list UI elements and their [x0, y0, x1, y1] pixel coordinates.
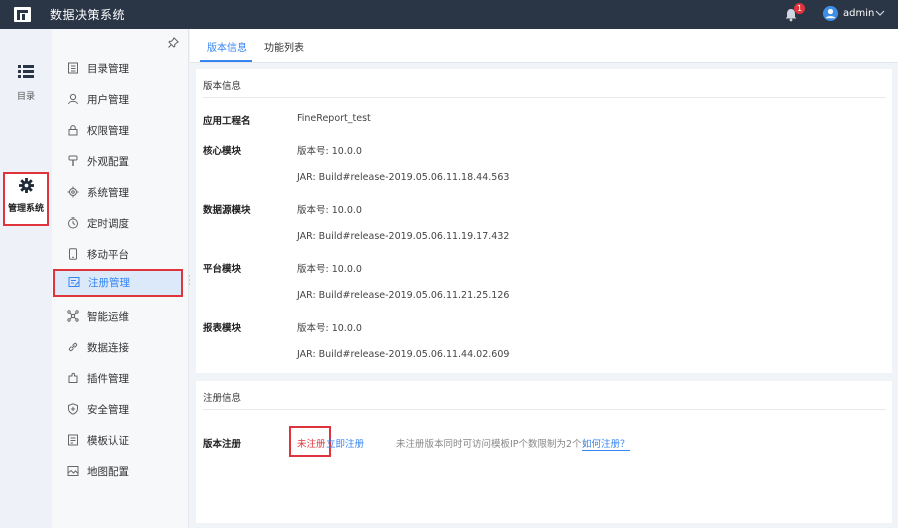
register-hint: 未注册版本同时可访问模板IP个数限制为2个！ [396, 439, 592, 450]
main-content: 版本信息 功能列表 版本信息 应用工程名 FineReport_test 核心模块版… [190, 29, 898, 528]
submenu-item-2[interactable]: 用户管理 [52, 86, 189, 114]
version-row-label: 平台模块 [203, 263, 242, 275]
version-row-value: JAR: Build#release-2019.05.06.11.18.44.5… [297, 172, 510, 183]
submenu-item-3[interactable]: 权限管理 [52, 117, 189, 145]
tab-bar: 版本信息 功能列表 [190, 29, 898, 63]
submenu-item-label: 权限管理 [87, 125, 129, 137]
app-logo [14, 7, 31, 22]
nav-management-system[interactable]: 管理系统 [3, 172, 49, 226]
version-row-value: JAR: Build#release-2019.05.06.11.21.25.1… [297, 290, 510, 301]
map-icon [67, 466, 79, 476]
lock-icon [68, 125, 78, 136]
submenu-item-label: 用户管理 [87, 94, 129, 106]
active-tab-indicator [200, 60, 252, 62]
submenu-item-8[interactable]: 注册管理 [53, 269, 183, 297]
register-card-title: 注册信息 [203, 393, 242, 404]
submenu-item-9[interactable]: 智能运维 [52, 303, 189, 331]
submenu-item-13[interactable]: 模板认证 [52, 427, 189, 455]
submenu-item-label: 移动平台 [87, 249, 129, 261]
gear-icon [67, 186, 79, 198]
register-info-card: 注册信息 版本注册 未注册 立即注册 未注册版本同时可访问模板IP个数限制为2个… [196, 381, 892, 523]
submenu-item-14[interactable]: 地图配置 [52, 458, 189, 486]
user-name[interactable]: admin [843, 8, 874, 19]
submenu-item-label: 系统管理 [87, 187, 129, 199]
submenu-item-10[interactable]: 数据连接 [52, 334, 189, 362]
divider [203, 97, 886, 98]
submenu-item-12[interactable]: 安全管理 [52, 396, 189, 424]
user-icon [68, 93, 78, 105]
version-row-value: 版本号: 10.0.0 [297, 263, 362, 275]
submenu-item-4[interactable]: 外观配置 [52, 148, 189, 176]
submenu-item-label: 目录管理 [87, 63, 129, 75]
version-row-label: 数据源模块 [203, 204, 251, 216]
submenu-item-label: 安全管理 [87, 404, 129, 416]
primary-nav: 目录 管理系统 [0, 29, 52, 528]
nav-directory[interactable]: 目录 [0, 63, 52, 103]
top-bar: 数据决策系统 1 admin [0, 0, 898, 29]
version-row-value: FineReport_test [297, 113, 371, 124]
list-icon [18, 65, 34, 78]
submenu-item-7[interactable]: 移动平台 [52, 241, 189, 269]
submenu-item-label: 注册管理 [88, 277, 130, 289]
app-title: 数据决策系统 [50, 8, 126, 22]
version-info-card: 版本信息 应用工程名 FineReport_test 核心模块 版本号: 10.0.0… [196, 69, 892, 373]
version-row-label: 报表模块 [203, 322, 242, 334]
version-row-label: 应用工程名 [203, 116, 251, 127]
timer-icon [68, 217, 78, 229]
tab-feature-list[interactable]: 功能列表 [264, 39, 304, 54]
register-icon [68, 277, 80, 287]
submenu-item-label: 智能运维 [87, 311, 129, 323]
version-row-value: 版本号: 10.0.0 [297, 145, 362, 157]
ops-icon [67, 310, 79, 322]
brush-icon [68, 155, 78, 166]
how-to-register-link[interactable]: 如何注册？ [582, 436, 630, 451]
pin-icon[interactable] [168, 37, 179, 48]
submenu-item-6[interactable]: 定时调度 [52, 210, 189, 238]
register-now-link[interactable]: 立即注册 [326, 436, 364, 450]
submenu-item-5[interactable]: 系统管理 [52, 179, 189, 207]
submenu-item-label: 模板认证 [87, 435, 129, 447]
nav-directory-label: 目录 [16, 92, 35, 102]
chevron-down-icon[interactable] [875, 8, 885, 18]
template-icon [68, 434, 78, 446]
link-icon [68, 342, 78, 352]
submenu-item-label: 地图配置 [87, 466, 129, 478]
submenu-item-label: 外观配置 [87, 156, 129, 168]
avatar[interactable] [823, 6, 838, 21]
shield-icon [68, 403, 78, 415]
tab-version-info[interactable]: 版本信息 [207, 39, 247, 54]
gear-icon [19, 178, 34, 193]
register-status: 未注册 [297, 439, 326, 450]
version-row-value: 版本号: 10.0.0 [297, 204, 362, 216]
submenu-item-label: 数据连接 [87, 342, 129, 354]
submenu-item-label: 定时调度 [87, 218, 129, 230]
submenu-item-label: 插件管理 [87, 373, 129, 385]
nav-management-label: 管理系统 [7, 204, 44, 214]
version-row-value: JAR: Build#release-2019.05.06.11.44.02.6… [297, 349, 510, 360]
version-row-label: 核心模块 [203, 145, 242, 157]
submenu-item-1[interactable]: 目录管理 [52, 55, 189, 83]
plugin-icon [68, 372, 78, 383]
submenu-item-11[interactable]: 插件管理 [52, 365, 189, 393]
version-row-value: 版本号: 10.0.0 [297, 322, 362, 334]
management-submenu: 目录管理用户管理权限管理外观配置系统管理定时调度移动平台注册管理智能运维数据连接… [52, 29, 193, 528]
notification-badge: 1 [794, 3, 805, 14]
version-row-value: JAR: Build#release-2019.05.06.11.19.17.4… [297, 231, 510, 242]
mobile-icon [69, 248, 77, 260]
version-card-title: 版本信息 [203, 81, 242, 92]
version-register-label: 版本注册 [203, 439, 242, 450]
divider [203, 409, 886, 410]
catalog-icon [68, 62, 78, 74]
